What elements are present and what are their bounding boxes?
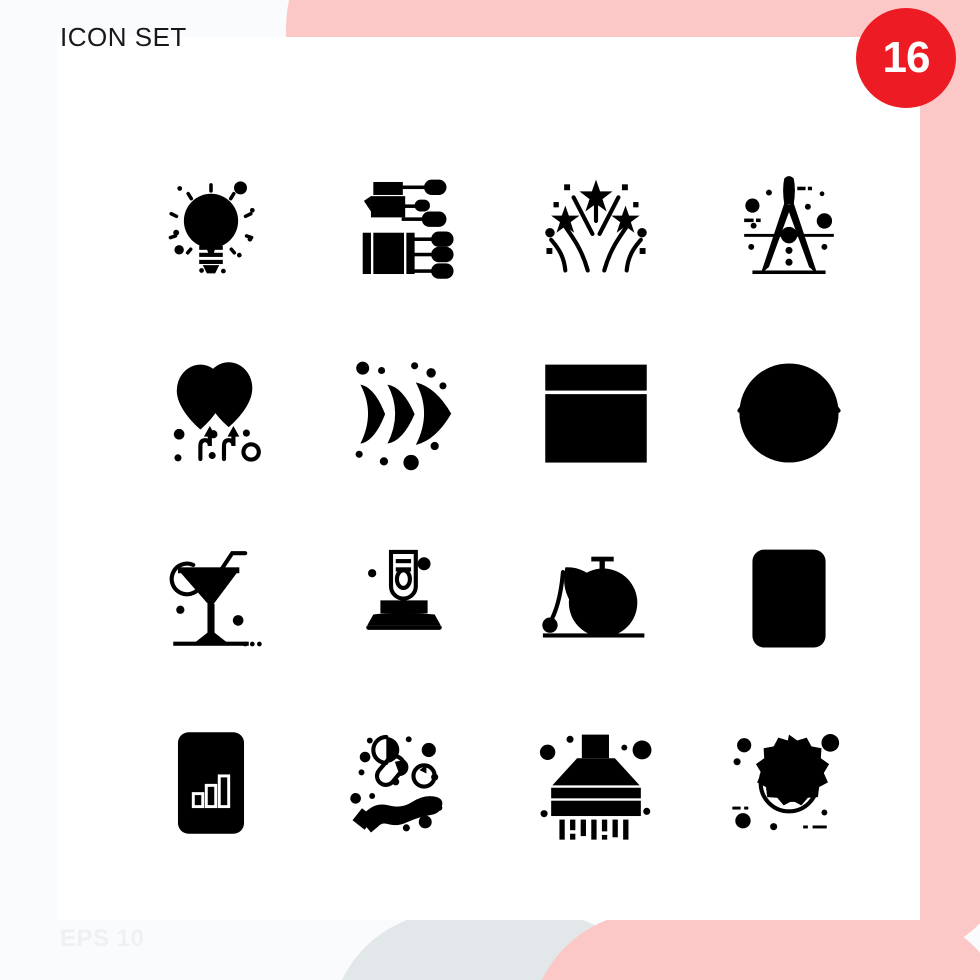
browser-refresh-sync-icon (545, 364, 647, 463)
icon-cell-gong-drum-icon[interactable] (500, 505, 693, 690)
cyber-monday-badge-icon: CYBER MON (732, 733, 839, 830)
icon-cell-fireworks-celebration-icon[interactable] (500, 135, 693, 320)
icon-cell-hand-pills-medicine-icon[interactable] (308, 690, 501, 875)
icon-cell-paper-shredder-icon[interactable] (500, 690, 693, 875)
hand-pills-medicine-icon (350, 734, 443, 833)
cyber-monday-line2: MON (773, 785, 805, 800)
eyeball-eye-icon (737, 362, 841, 463)
icon-cell-smartphone-mobile-icon[interactable] (693, 505, 886, 690)
icon-cell-cyber-monday-badge-icon[interactable]: CYBER MON (693, 690, 886, 875)
icon-cell-light-bulb-idea-icon[interactable] (115, 135, 308, 320)
decor-blob-pink-bottom (530, 912, 980, 980)
icon-cell-test-tube-stand-icon[interactable] (308, 505, 501, 690)
icon-cell-balloons-party-icon[interactable] (115, 320, 308, 505)
icon-set-canvas: Icon Set 16 (0, 0, 980, 980)
paper-shredder-icon (540, 734, 652, 840)
icon-cell-compass-divider-icon[interactable] (693, 135, 886, 320)
cocktail-drink-icon (169, 550, 262, 646)
icon-count-value: 16 (882, 33, 931, 82)
light-bulb-idea-icon (168, 180, 255, 273)
icon-cell-browser-refresh-sync-icon[interactable] (500, 320, 693, 505)
compass-divider-icon (743, 175, 834, 274)
fireworks-celebration-icon (545, 179, 647, 273)
icon-cell-cocktail-drink-icon[interactable] (115, 505, 308, 690)
transistor-component-icon (362, 179, 454, 279)
decor-blob-gray-bottom (330, 912, 660, 980)
page-title: Icon Set (60, 22, 187, 52)
icon-cell-mobile-analytics-chart-icon[interactable] (115, 690, 308, 875)
smartphone-mobile-icon (752, 549, 826, 648)
format-label: EPS 10 (60, 925, 145, 952)
mobile-analytics-chart-icon (178, 731, 245, 834)
icon-count-badge: 16 (856, 8, 956, 108)
icon-cell-transistor-component-icon[interactable] (308, 135, 501, 320)
test-tube-stand-icon (365, 549, 442, 630)
icon-cell-fast-forward-arrows-icon[interactable] (308, 320, 501, 505)
gong-drum-icon (542, 556, 645, 638)
fast-forward-arrows-icon (355, 361, 451, 470)
icon-grid: CYBER MON (115, 135, 885, 875)
balloons-party-icon (174, 361, 262, 462)
icon-cell-eyeball-eye-icon[interactable] (693, 320, 886, 505)
